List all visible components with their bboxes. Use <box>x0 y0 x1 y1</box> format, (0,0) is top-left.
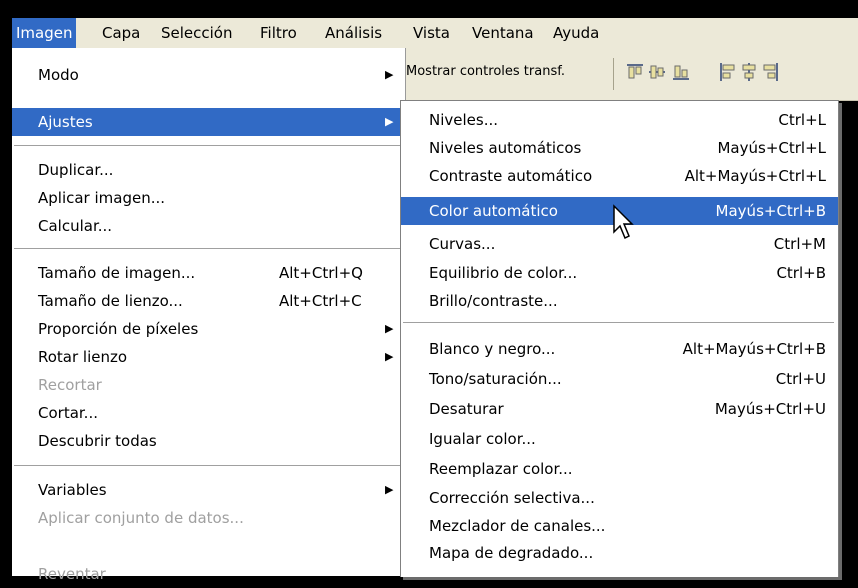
menu-item-reventar: Reventar <box>12 560 405 588</box>
submenu-item-label: Corrección selectiva... <box>429 489 595 507</box>
menu-capa[interactable]: Capa <box>98 18 144 48</box>
menu-item-label: Ajustes <box>38 113 93 131</box>
submenu-arrow-icon: ▶ <box>385 322 394 335</box>
align-left-icon[interactable] <box>718 62 736 82</box>
menu-item-label: Descubrir todas <box>38 432 157 450</box>
menu-separator <box>14 248 403 250</box>
menu-ventana[interactable]: Ventana <box>468 18 538 48</box>
menu-item-label: Calcular... <box>38 217 113 235</box>
submenu-item-igualar-color[interactable]: Igualar color... <box>401 425 838 453</box>
submenu-item-shortcut: Alt+Mayús+Ctrl+L <box>684 167 826 185</box>
menu-vista[interactable]: Vista <box>409 18 454 48</box>
menu-item-ajustes[interactable]: Ajustes ▶ <box>12 108 405 136</box>
menu-separator <box>14 145 403 147</box>
menu-ayuda[interactable]: Ayuda <box>549 18 603 48</box>
menu-item-tamano-lienzo[interactable]: Tamaño de lienzo... Alt+Ctrl+C <box>12 287 405 315</box>
menu-item-label: Modo <box>38 66 79 84</box>
menu-item-label: Tamaño de lienzo... <box>38 292 183 310</box>
submenu-item-shortcut: Ctrl+L <box>778 111 826 129</box>
submenu-arrow-icon: ▶ <box>385 350 394 363</box>
submenu-item-label: Niveles automáticos <box>429 139 582 157</box>
submenu-item-label: Igualar color... <box>429 430 536 448</box>
image-menu: Modo ▶ Ajustes ▶ Duplicar... Aplicar ima… <box>12 48 406 583</box>
submenu-item-label: Reemplazar color... <box>429 460 573 478</box>
align-vcenter-icon[interactable] <box>648 62 666 82</box>
menu-item-label: Aplicar conjunto de datos... <box>38 509 244 527</box>
menu-item-shortcut: Alt+Ctrl+C <box>279 292 362 310</box>
submenu-item-blanco-negro[interactable]: Blanco y negro... Alt+Mayús+Ctrl+B <box>401 335 838 363</box>
menu-item-rotar-lienzo[interactable]: Rotar lienzo ▶ <box>12 343 405 371</box>
toolbar-separator <box>613 58 614 90</box>
menu-item-label: Cortar... <box>38 404 98 422</box>
submenu-item-label: Equilibrio de color... <box>429 264 578 282</box>
submenu-arrow-icon: ▶ <box>385 68 394 81</box>
align-bottom-icon[interactable] <box>672 62 690 82</box>
menu-item-label: Reventar <box>38 565 106 583</box>
submenu-item-shortcut: Ctrl+B <box>776 264 826 282</box>
submenu-item-correccion-selectiva[interactable]: Corrección selectiva... <box>401 484 838 512</box>
menu-item-duplicar[interactable]: Duplicar... <box>12 156 405 184</box>
menu-item-label: Recortar <box>38 376 102 394</box>
submenu-item-contraste-automatico[interactable]: Contraste automático Alt+Mayús+Ctrl+L <box>401 162 838 190</box>
submenu-item-desaturar[interactable]: Desaturar Mayús+Ctrl+U <box>401 395 838 423</box>
menu-item-proporcion-pixeles[interactable]: Proporción de píxeles ▶ <box>12 315 405 343</box>
submenu-item-reemplazar-color[interactable]: Reemplazar color... <box>401 455 838 483</box>
options-toolbar: Mostrar controles transf. <box>400 48 858 101</box>
menu-item-variables[interactable]: Variables ▶ <box>12 476 405 504</box>
menu-item-label: Duplicar... <box>38 161 114 179</box>
menu-item-recortar: Recortar <box>12 371 405 399</box>
menu-analisis[interactable]: Análisis <box>321 18 386 48</box>
menu-item-descubrir-todas[interactable]: Descubrir todas <box>12 427 405 455</box>
menu-item-calcular[interactable]: Calcular... <box>12 212 405 240</box>
align-hcenter-icon[interactable] <box>740 62 758 82</box>
submenu-item-brillo-contraste[interactable]: Brillo/contraste... <box>401 287 838 315</box>
align-top-icon[interactable] <box>626 62 644 82</box>
submenu-item-shortcut: Alt+Mayús+Ctrl+B <box>682 340 826 358</box>
menu-separator <box>14 465 403 467</box>
submenu-item-tono-saturacion[interactable]: Tono/saturación... Ctrl+U <box>401 365 838 393</box>
submenu-arrow-icon: ▶ <box>385 115 394 128</box>
menu-item-label: Proporción de píxeles <box>38 320 199 338</box>
show-transform-controls-label[interactable]: Mostrar controles transf. <box>406 64 565 79</box>
submenu-item-shortcut: Mayús+Ctrl+L <box>717 139 826 157</box>
menu-item-label: Variables <box>38 481 107 499</box>
submenu-item-label: Color automático <box>429 202 558 220</box>
menu-seleccion[interactable]: Selección <box>157 18 237 48</box>
submenu-item-mapa-degradado[interactable]: Mapa de degradado... <box>401 539 838 567</box>
submenu-item-label: Blanco y negro... <box>429 340 556 358</box>
menu-item-cortar[interactable]: Cortar... <box>12 399 405 427</box>
submenu-item-label: Tono/saturación... <box>429 370 562 388</box>
submenu-item-mezclador-canales[interactable]: Mezclador de canales... <box>401 512 838 540</box>
menu-item-aplicar-conjunto-datos: Aplicar conjunto de datos... <box>12 504 405 532</box>
submenu-item-niveles-automaticos[interactable]: Niveles automáticos Mayús+Ctrl+L <box>401 134 838 162</box>
submenu-item-label: Curvas... <box>429 235 496 253</box>
menu-item-shortcut: Alt+Ctrl+Q <box>279 264 363 282</box>
submenu-item-label: Brillo/contraste... <box>429 292 558 310</box>
menu-filtro[interactable]: Filtro <box>256 18 301 48</box>
align-right-icon[interactable] <box>762 62 780 82</box>
submenu-arrow-icon: ▶ <box>385 483 394 496</box>
submenu-item-niveles[interactable]: Niveles... Ctrl+L <box>401 106 838 134</box>
submenu-item-shortcut: Mayús+Ctrl+U <box>714 400 826 418</box>
menu-imagen[interactable]: Imagen <box>12 18 77 48</box>
submenu-item-label: Contraste automático <box>429 167 593 185</box>
submenu-item-label: Niveles... <box>429 111 499 129</box>
submenu-item-label: Desaturar <box>429 400 504 418</box>
submenu-item-equilibrio-color[interactable]: Equilibrio de color... Ctrl+B <box>401 259 838 287</box>
menu-item-label: Aplicar imagen... <box>38 189 166 207</box>
submenu-item-shortcut: Ctrl+U <box>775 370 826 388</box>
submenu-item-shortcut: Mayús+Ctrl+B <box>715 202 826 220</box>
submenu-separator <box>403 322 834 324</box>
adjustments-submenu: Niveles... Ctrl+L Niveles automáticos Ma… <box>400 100 839 577</box>
menu-item-modo[interactable]: Modo ▶ <box>12 61 405 89</box>
menu-item-aplicar-imagen[interactable]: Aplicar imagen... <box>12 184 405 212</box>
submenu-item-shortcut: Ctrl+M <box>773 235 826 253</box>
submenu-item-label: Mapa de degradado... <box>429 544 594 562</box>
mouse-pointer-icon <box>613 204 634 240</box>
menu-item-label: Tamaño de imagen... <box>38 264 196 282</box>
menu-item-label: Rotar lienzo <box>38 348 128 366</box>
menu-bar: Imagen Capa Selección Filtro Análisis Vi… <box>12 18 858 49</box>
submenu-item-label: Mezclador de canales... <box>429 517 606 535</box>
menu-item-tamano-imagen[interactable]: Tamaño de imagen... Alt+Ctrl+Q <box>12 259 405 287</box>
